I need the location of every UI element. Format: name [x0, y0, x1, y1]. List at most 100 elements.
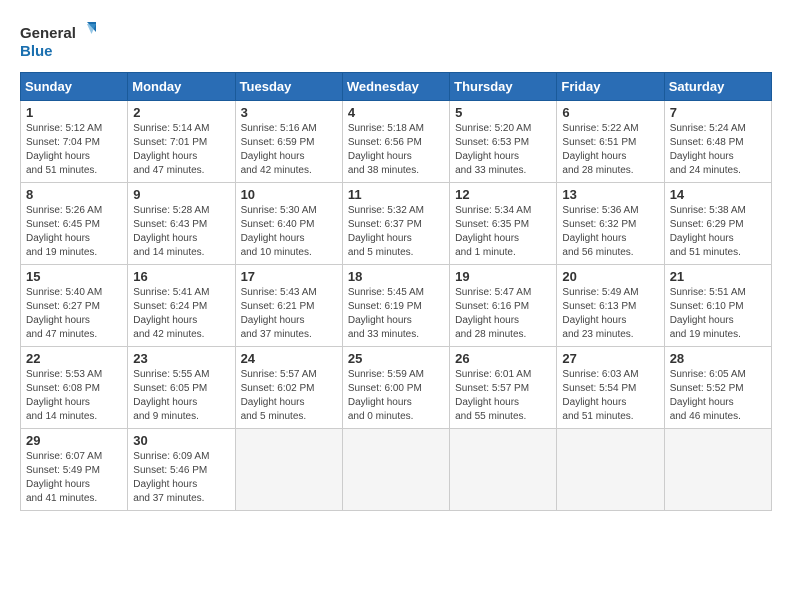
- day-cell: 28 Sunrise: 6:05 AMSunset: 5:52 PMDayligh…: [664, 347, 771, 429]
- day-info: Sunrise: 5:14 AMSunset: 7:01 PMDaylight …: [133, 122, 229, 178]
- day-number: 8: [26, 187, 122, 202]
- day-cell: 10 Sunrise: 5:30 AMSunset: 6:40 PMDayligh…: [235, 183, 342, 265]
- day-cell: 24 Sunrise: 5:57 AMSunset: 6:02 PMDayligh…: [235, 347, 342, 429]
- day-info: Sunrise: 6:03 AMSunset: 5:54 PMDaylight …: [562, 368, 658, 424]
- day-number: 7: [670, 105, 766, 120]
- day-number: 9: [133, 187, 229, 202]
- day-cell: [235, 429, 342, 511]
- day-number: 14: [670, 187, 766, 202]
- day-info: Sunrise: 6:05 AMSunset: 5:52 PMDaylight …: [670, 368, 766, 424]
- day-info: Sunrise: 6:09 AMSunset: 5:46 PMDaylight …: [133, 450, 229, 506]
- day-info: Sunrise: 5:30 AMSunset: 6:40 PMDaylight …: [241, 204, 337, 260]
- day-info: Sunrise: 5:16 AMSunset: 6:59 PMDaylight …: [241, 122, 337, 178]
- day-number: 4: [348, 105, 444, 120]
- day-info: Sunrise: 6:07 AMSunset: 5:49 PMDaylight …: [26, 450, 122, 506]
- day-info: Sunrise: 5:51 AMSunset: 6:10 PMDaylight …: [670, 286, 766, 342]
- week-row-1: 1 Sunrise: 5:12 AMSunset: 7:04 PMDaylight…: [21, 101, 772, 183]
- week-row-5: 29 Sunrise: 6:07 AMSunset: 5:49 PMDayligh…: [21, 429, 772, 511]
- day-cell: [557, 429, 664, 511]
- day-number: 30: [133, 433, 229, 448]
- day-info: Sunrise: 5:34 AMSunset: 6:35 PMDaylight …: [455, 204, 551, 260]
- day-cell: [450, 429, 557, 511]
- day-cell: 5 Sunrise: 5:20 AMSunset: 6:53 PMDaylight…: [450, 101, 557, 183]
- day-cell: 17Sunrise: 5:43 AMSunset: 6:21 PMDayligh…: [235, 265, 342, 347]
- day-number: 25: [348, 351, 444, 366]
- day-info: Sunrise: 5:40 AMSunset: 6:27 PMDaylight …: [26, 286, 122, 342]
- day-number: 13: [562, 187, 658, 202]
- weekday-header-saturday: Saturday: [664, 73, 771, 101]
- weekday-header-friday: Friday: [557, 73, 664, 101]
- day-number: 18: [348, 269, 444, 284]
- day-cell: 20 Sunrise: 5:49 AMSunset: 6:13 PMDayligh…: [557, 265, 664, 347]
- weekday-header-wednesday: Wednesday: [342, 73, 449, 101]
- day-cell: 3 Sunrise: 5:16 AMSunset: 6:59 PMDaylight…: [235, 101, 342, 183]
- day-info: Sunrise: 5:22 AMSunset: 6:51 PMDaylight …: [562, 122, 658, 178]
- day-number: 20: [562, 269, 658, 284]
- day-cell: 30 Sunrise: 6:09 AMSunset: 5:46 PMDayligh…: [128, 429, 235, 511]
- day-number: 10: [241, 187, 337, 202]
- day-cell: 4 Sunrise: 5:18 AMSunset: 6:56 PMDaylight…: [342, 101, 449, 183]
- day-number: 15: [26, 269, 122, 284]
- day-cell: 6 Sunrise: 5:22 AMSunset: 6:51 PMDaylight…: [557, 101, 664, 183]
- day-number: 19: [455, 269, 551, 284]
- calendar-table: SundayMondayTuesdayWednesdayThursdayFrid…: [20, 72, 772, 511]
- day-info: Sunrise: 5:32 AMSunset: 6:37 PMDaylight …: [348, 204, 444, 260]
- day-number: 6: [562, 105, 658, 120]
- day-cell: 29 Sunrise: 6:07 AMSunset: 5:49 PMDayligh…: [21, 429, 128, 511]
- svg-text:General: General: [20, 25, 76, 42]
- day-number: 23: [133, 351, 229, 366]
- weekday-header-tuesday: Tuesday: [235, 73, 342, 101]
- day-info: Sunrise: 5:36 AMSunset: 6:32 PMDaylight …: [562, 204, 658, 260]
- weekday-header-sunday: Sunday: [21, 73, 128, 101]
- day-number: 29: [26, 433, 122, 448]
- svg-text:Blue: Blue: [20, 43, 53, 60]
- day-cell: 14Sunrise: 5:38 AMSunset: 6:29 PMDayligh…: [664, 183, 771, 265]
- day-cell: 27 Sunrise: 6:03 AMSunset: 5:54 PMDayligh…: [557, 347, 664, 429]
- day-number: 1: [26, 105, 122, 120]
- header: General Blue: [20, 20, 772, 62]
- day-cell: 25 Sunrise: 5:59 AMSunset: 6:00 PMDayligh…: [342, 347, 449, 429]
- day-info: Sunrise: 5:12 AMSunset: 7:04 PMDaylight …: [26, 122, 122, 178]
- day-number: 11: [348, 187, 444, 202]
- day-cell: 7 Sunrise: 5:24 AMSunset: 6:48 PMDaylight…: [664, 101, 771, 183]
- weekday-header-row: SundayMondayTuesdayWednesdayThursdayFrid…: [21, 73, 772, 101]
- day-info: Sunrise: 5:28 AMSunset: 6:43 PMDaylight …: [133, 204, 229, 260]
- day-info: Sunrise: 5:26 AMSunset: 6:45 PMDaylight …: [26, 204, 122, 260]
- week-row-3: 15 Sunrise: 5:40 AMSunset: 6:27 PMDayligh…: [21, 265, 772, 347]
- day-info: Sunrise: 5:57 AMSunset: 6:02 PMDaylight …: [241, 368, 337, 424]
- day-info: Sunrise: 5:41 AMSunset: 6:24 PMDaylight …: [133, 286, 229, 342]
- day-info: Sunrise: 6:01 AMSunset: 5:57 PMDaylight …: [455, 368, 551, 424]
- day-cell: 13 Sunrise: 5:36 AMSunset: 6:32 PMDayligh…: [557, 183, 664, 265]
- day-number: 26: [455, 351, 551, 366]
- week-row-2: 8 Sunrise: 5:26 AMSunset: 6:45 PMDaylight…: [21, 183, 772, 265]
- logo-svg: General Blue: [20, 20, 100, 62]
- day-number: 5: [455, 105, 551, 120]
- day-info: Sunrise: 5:49 AMSunset: 6:13 PMDaylight …: [562, 286, 658, 342]
- day-cell: [342, 429, 449, 511]
- day-info: Sunrise: 5:24 AMSunset: 6:48 PMDaylight …: [670, 122, 766, 178]
- day-number: 16: [133, 269, 229, 284]
- day-number: 28: [670, 351, 766, 366]
- weekday-header-monday: Monday: [128, 73, 235, 101]
- day-info: Sunrise: 5:18 AMSunset: 6:56 PMDaylight …: [348, 122, 444, 178]
- day-cell: 21 Sunrise: 5:51 AMSunset: 6:10 PMDayligh…: [664, 265, 771, 347]
- day-info: Sunrise: 5:47 AMSunset: 6:16 PMDaylight …: [455, 286, 551, 342]
- day-number: 24: [241, 351, 337, 366]
- day-info: Sunrise: 5:20 AMSunset: 6:53 PMDaylight …: [455, 122, 551, 178]
- day-number: 22: [26, 351, 122, 366]
- day-cell: 16 Sunrise: 5:41 AMSunset: 6:24 PMDayligh…: [128, 265, 235, 347]
- day-number: 17: [241, 269, 337, 284]
- day-number: 3: [241, 105, 337, 120]
- day-number: 21: [670, 269, 766, 284]
- day-number: 27: [562, 351, 658, 366]
- day-cell: 9 Sunrise: 5:28 AMSunset: 6:43 PMDaylight…: [128, 183, 235, 265]
- day-info: Sunrise: 5:59 AMSunset: 6:00 PMDaylight …: [348, 368, 444, 424]
- day-cell: 15 Sunrise: 5:40 AMSunset: 6:27 PMDayligh…: [21, 265, 128, 347]
- day-info: Sunrise: 5:55 AMSunset: 6:05 PMDaylight …: [133, 368, 229, 424]
- day-cell: 18Sunrise: 5:45 AMSunset: 6:19 PMDayligh…: [342, 265, 449, 347]
- day-cell: 26 Sunrise: 6:01 AMSunset: 5:57 PMDayligh…: [450, 347, 557, 429]
- day-cell: 19 Sunrise: 5:47 AMSunset: 6:16 PMDayligh…: [450, 265, 557, 347]
- day-info: Sunrise: 5:53 AMSunset: 6:08 PMDaylight …: [26, 368, 122, 424]
- day-cell: 11 Sunrise: 5:32 AMSunset: 6:37 PMDayligh…: [342, 183, 449, 265]
- logo: General Blue: [20, 20, 100, 62]
